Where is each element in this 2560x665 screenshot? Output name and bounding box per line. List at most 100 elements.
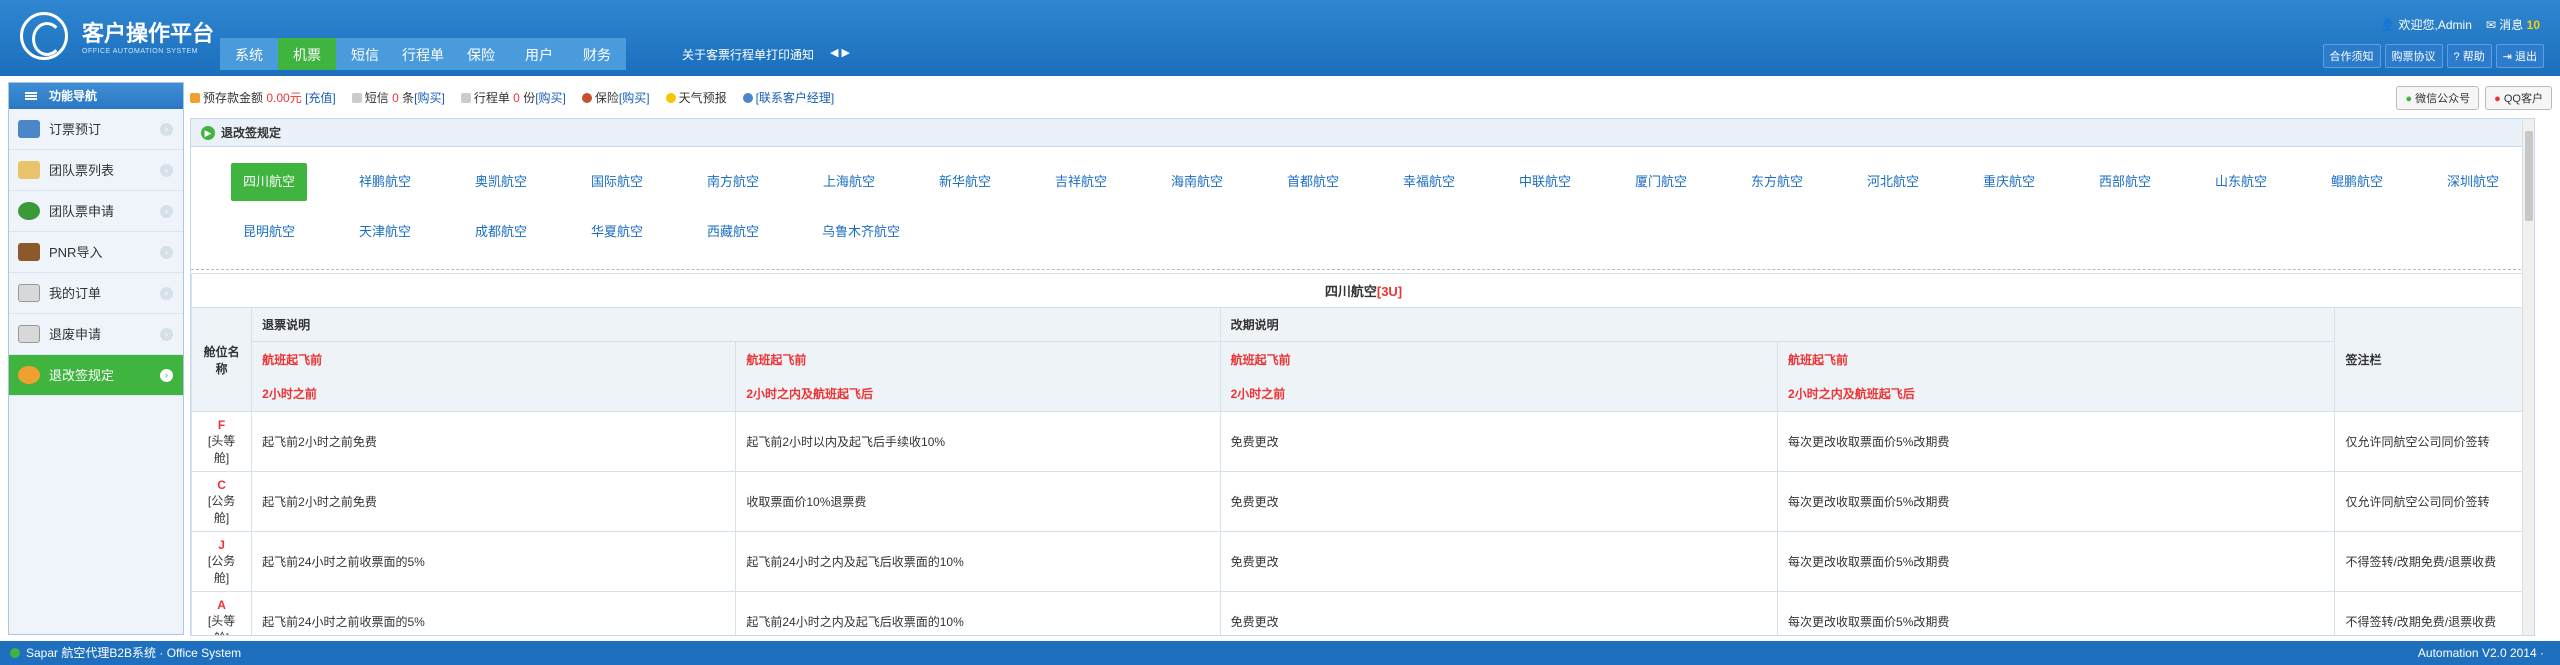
table-row: F [头等舱] 起飞前2小时之前免费 起飞前2小时以内及起飞后手续收10% 免费更… bbox=[191, 411, 2534, 472]
sub-header: 航班起飞前 2小时之前 bbox=[251, 341, 737, 412]
col-refund-header: 退票说明 bbox=[251, 307, 1221, 342]
airline-tab[interactable]: 昆明航空 bbox=[231, 213, 307, 251]
airline-tab[interactable]: 山东航空 bbox=[2203, 163, 2279, 201]
airline-tab[interactable]: 西部航空 bbox=[2087, 163, 2163, 201]
airline-tab[interactable]: 乌鲁木齐航空 bbox=[811, 213, 911, 251]
sidebar-item-group-apply[interactable]: 团队票申请 › bbox=[9, 191, 183, 232]
airline-tab[interactable]: 天津航空 bbox=[347, 213, 423, 251]
scrollbar-thumb[interactable] bbox=[2525, 131, 2533, 221]
sun-icon bbox=[665, 92, 676, 103]
chevron-right-icon: › bbox=[160, 123, 173, 136]
chevron-right-icon: › bbox=[160, 328, 173, 341]
airline-tab[interactable]: 上海航空 bbox=[811, 163, 887, 201]
cabin-cell: A[头等舱] bbox=[191, 591, 253, 635]
change-before-cell: 免费更改 bbox=[1219, 411, 1779, 472]
cabin-cell: C [公务舱] bbox=[191, 471, 253, 532]
help-button[interactable]: ? 帮助 bbox=[2446, 44, 2492, 68]
monitor-icon bbox=[18, 120, 40, 138]
col-cabin-header: 舱位名称 bbox=[191, 307, 253, 412]
change-before-cell: 免费更改 bbox=[1219, 471, 1779, 532]
airline-tab[interactable]: 首都航空 bbox=[1275, 163, 1351, 201]
agreement-button[interactable]: 购票协议 bbox=[2384, 44, 2443, 68]
cooperation-button[interactable]: 合作须知 bbox=[2322, 44, 2381, 68]
airline-tab[interactable]: 新华航空 bbox=[927, 163, 1003, 201]
messages-badge: 10 bbox=[2526, 18, 2540, 32]
airline-tab[interactable]: 吉祥航空 bbox=[1043, 163, 1119, 201]
insurance-info: 保险[购买] bbox=[581, 89, 650, 106]
nav-system[interactable]: 系统 bbox=[220, 38, 278, 70]
airline-tab[interactable]: 海南航空 bbox=[1159, 163, 1235, 201]
app-title: 客户操作平台 bbox=[82, 21, 215, 46]
nav-sms[interactable]: 短信 bbox=[336, 38, 394, 70]
header-buttons: 合作须知 购票协议 ? 帮助 ⇥ 退出 bbox=[2322, 44, 2544, 68]
chevron-right-icon: › bbox=[160, 164, 173, 177]
messages[interactable]: ✉ 消息 10 bbox=[2486, 16, 2540, 33]
menu-icon bbox=[25, 92, 37, 100]
airline-tab[interactable]: 幸福航空 bbox=[1391, 163, 1467, 201]
sub-header: 航班起飞前 2小时之内及航班起飞后 bbox=[1777, 341, 2336, 412]
logout-button[interactable]: ⇥ 退出 bbox=[2495, 44, 2544, 68]
airline-tab[interactable]: 祥鹏航空 bbox=[347, 163, 423, 201]
tree-icon bbox=[18, 202, 40, 220]
notice-link[interactable]: 关于客票行程单打印通知 bbox=[682, 46, 814, 63]
airline-tab[interactable]: 奥凯航空 bbox=[463, 163, 539, 201]
arrow-right-icon: ▶ bbox=[201, 126, 215, 140]
table-row: A[头等舱] 起飞前24小时之前收票面的5% 起飞前24小时之内及起飞后收票面的… bbox=[191, 591, 2534, 635]
vertical-scrollbar[interactable] bbox=[2522, 119, 2534, 635]
wallet-icon bbox=[190, 92, 200, 103]
airline-tab[interactable]: 重庆航空 bbox=[1971, 163, 2047, 201]
refund-after-cell: 起飞前24小时之内及起飞后收票面的10% bbox=[735, 531, 1221, 592]
airline-tab[interactable]: 南方航空 bbox=[695, 163, 771, 201]
buy-sms-link[interactable]: [购买] bbox=[414, 91, 445, 105]
airline-tab[interactable]: 河北航空 bbox=[1855, 163, 1931, 201]
qq-button[interactable]: ● QQ客户 bbox=[2485, 86, 2552, 110]
buy-insurance-link[interactable]: [购买] bbox=[619, 91, 650, 105]
sidebar-item-group-list[interactable]: 团队票列表 › bbox=[9, 150, 183, 191]
wechat-icon: ● bbox=[2405, 93, 2413, 105]
refund-after-cell: 起飞前2小时以内及起飞后手续收10% bbox=[735, 411, 1221, 472]
sidebar-item-my-orders[interactable]: 我的订单 › bbox=[9, 273, 183, 314]
recharge-link[interactable]: [充值] bbox=[305, 91, 336, 105]
social-buttons: ● 微信公众号 ● QQ客户 bbox=[2396, 86, 2552, 110]
airline-tab[interactable]: 鲲鹏航空 bbox=[2319, 163, 2395, 201]
nav-finance[interactable]: 财务 bbox=[568, 38, 626, 70]
wechat-button[interactable]: ● 微信公众号 bbox=[2396, 86, 2480, 110]
sidebar-item-pnr-import[interactable]: PNR导入 › bbox=[9, 232, 183, 273]
nav-insurance[interactable]: 保险 bbox=[452, 38, 510, 70]
airline-tab[interactable]: 厦门航空 bbox=[1623, 163, 1699, 201]
airline-tab[interactable]: 国际航空 bbox=[579, 163, 655, 201]
welcome-text[interactable]: 👤 欢迎您,Admin bbox=[2380, 16, 2472, 33]
account-info-bar: 预存款金额 0.00元 [充值] 短信 0 条[购买] 行程单 0 份[购买] … bbox=[190, 86, 2550, 108]
user-area: 👤 欢迎您,Admin ✉ 消息 10 bbox=[2380, 16, 2540, 33]
nav-user[interactable]: 用户 bbox=[510, 38, 568, 70]
divider bbox=[191, 269, 2534, 270]
envelope-icon bbox=[18, 284, 40, 302]
weather-link[interactable]: 天气预报 bbox=[665, 89, 727, 106]
airline-tab[interactable]: 西藏航空 bbox=[695, 213, 771, 251]
nav-itinerary[interactable]: 行程单 bbox=[394, 38, 452, 70]
contact-manager-link[interactable]: [联系客户经理] bbox=[742, 89, 834, 106]
notice-arrows-icon[interactable]: ◀ ▶ bbox=[830, 46, 850, 59]
airline-tab[interactable]: 成都航空 bbox=[463, 213, 539, 251]
airline-tab[interactable]: 华夏航空 bbox=[579, 213, 655, 251]
airline-tab[interactable]: 深圳航空 bbox=[2435, 163, 2511, 201]
col-endorse-header: 签注栏 bbox=[2334, 307, 2534, 412]
sidebar-item-booking[interactable]: 订票预订 › bbox=[9, 109, 183, 150]
sidebar-item-refund-rules[interactable]: 退改签规定 › bbox=[9, 355, 183, 396]
sidebar-title: 功能导航 bbox=[9, 83, 183, 109]
sidebar-item-refund-apply[interactable]: 退废申请 › bbox=[9, 314, 183, 355]
qq-icon: ● bbox=[2494, 93, 2501, 105]
buy-itinerary-link[interactable]: [购买] bbox=[535, 91, 566, 105]
endorse-cell: 不得签转/改期免费/退票收费 bbox=[2334, 531, 2534, 592]
panel-title: ▶ 退改签规定 bbox=[191, 119, 2534, 147]
document-icon bbox=[460, 92, 471, 103]
refund-before-cell: 起飞前24小时之前收票面的5% bbox=[251, 591, 737, 635]
change-after-cell: 每次更改收取票面价5%改期费 bbox=[1777, 591, 2336, 635]
status-icon bbox=[10, 648, 20, 658]
airline-tab[interactable]: 中联航空 bbox=[1507, 163, 1583, 201]
sidebar: 功能导航 订票预订 › 团队票列表 › 团队票申请 › PNR导入 › 我的订单… bbox=[8, 82, 184, 635]
chevron-right-icon: › bbox=[160, 246, 173, 259]
nav-ticket[interactable]: 机票 bbox=[278, 38, 336, 70]
airline-tab[interactable]: 东方航空 bbox=[1739, 163, 1815, 201]
airline-tab[interactable]: 四川航空 bbox=[231, 163, 307, 201]
